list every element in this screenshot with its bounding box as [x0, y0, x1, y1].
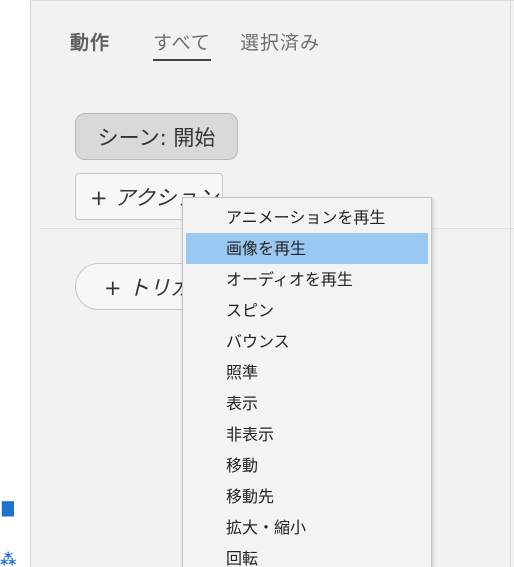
menu-item-scale[interactable]: 拡大・縮小: [186, 512, 428, 543]
partial-sidebar-icon-2[interactable]: ⁂: [0, 550, 16, 567]
menu-item-spin[interactable]: スピン: [186, 295, 428, 326]
menu-item-move[interactable]: 移動: [186, 450, 428, 481]
tab-selected[interactable]: 選択済み: [240, 28, 320, 55]
menu-item-bounce[interactable]: バウンス: [186, 326, 428, 357]
scene-start-trigger[interactable]: シーン: 開始: [75, 113, 238, 160]
action-dropdown-menu: アニメーションを再生 画像を再生 オーディオを再生 スピン バウンス 照準 表示…: [182, 197, 432, 567]
right-divider: [510, 0, 511, 567]
menu-item-hide[interactable]: 非表示: [186, 419, 428, 450]
behavior-panel: ■ ⁂ 動作 すべて 選択済み シーン: 開始 + アクション + トリガー ア…: [0, 0, 514, 567]
menu-item-show[interactable]: 表示: [186, 388, 428, 419]
left-sidebar-strip: ■ ⁂: [0, 0, 31, 567]
partial-sidebar-icon[interactable]: ■: [0, 497, 14, 517]
menu-item-rotate[interactable]: 回転: [186, 543, 428, 567]
menu-item-look-at[interactable]: 照準: [186, 357, 428, 388]
menu-item-move-to[interactable]: 移動先: [186, 481, 428, 512]
top-divider: [30, 0, 514, 1]
tab-behaviors[interactable]: 動作: [70, 28, 110, 55]
menu-item-play-audio[interactable]: オーディオを再生: [186, 264, 428, 295]
tab-all[interactable]: すべて: [153, 28, 211, 61]
menu-item-play-animation[interactable]: アニメーションを再生: [186, 202, 428, 233]
menu-item-play-image[interactable]: 画像を再生: [186, 233, 428, 264]
